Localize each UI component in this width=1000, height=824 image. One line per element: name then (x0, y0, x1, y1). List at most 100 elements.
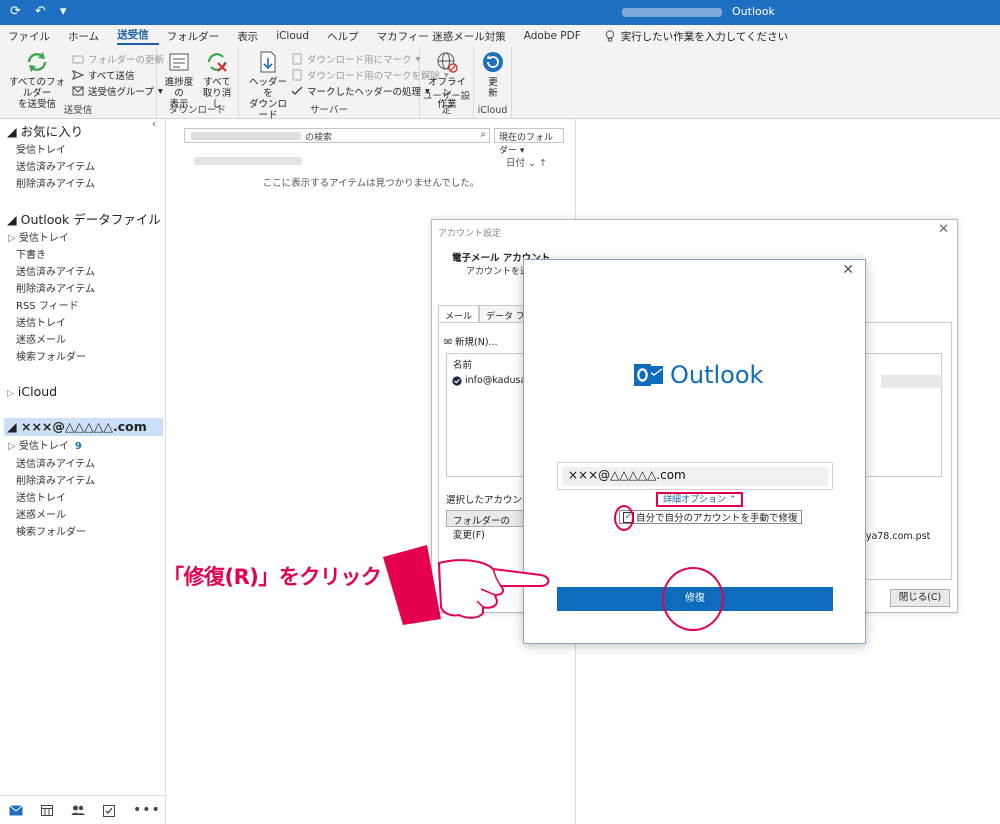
account-outbox[interactable]: 送信トレイ (16, 489, 66, 504)
selected-row-highlight (881, 375, 943, 388)
manual-repair-option[interactable]: ✓ 自分で自分のアカウントを手動で修復 (619, 510, 802, 524)
headers-icon (260, 51, 276, 73)
outlook-repair-dialog: ✕ Outlook ×××@△△△△△.com 詳細オプション ⌃ ✓ 自分で自… (523, 259, 866, 644)
group-label: iCloud (477, 105, 508, 116)
calendar-icon[interactable] (41, 804, 53, 816)
account-header[interactable]: ◢ ×××@△△△△△.com (7, 419, 147, 434)
tab-home[interactable]: ホーム (68, 29, 109, 44)
mail-icon[interactable] (9, 804, 23, 816)
tasks-icon[interactable] (103, 804, 115, 817)
search-input[interactable]: の検索 ⌕ (184, 128, 490, 143)
datafile-outbox[interactable]: 送信トレイ (16, 314, 66, 329)
send-receive-icon[interactable]: ⟳ (10, 4, 21, 19)
datafile-inbox[interactable]: ▷ 受信トレイ (8, 229, 69, 244)
send-icon (71, 69, 85, 81)
collapsed-icon: ▷ (8, 233, 19, 244)
tab-mcafee[interactable]: マカフィー 迷惑メール対策 (377, 29, 516, 44)
outlook-logo: Outlook (634, 361, 763, 389)
group-icloud: 更 新 iCloud (474, 47, 512, 119)
favorite-inbox[interactable]: 受信トレイ (16, 141, 66, 156)
folder-refresh-icon (72, 53, 84, 65)
account-list-row[interactable]: info@kadusay (452, 375, 532, 386)
group-label: ダウンロード (168, 105, 226, 116)
tab-adobe-pdf[interactable]: Adobe PDF (524, 30, 591, 42)
customize-icon[interactable]: ▾ (60, 4, 67, 19)
group-label: サーバー (310, 105, 348, 116)
tell-me-text: 実行したい作業を入力してください (620, 30, 789, 43)
datafile-junk[interactable]: 迷惑メール (16, 331, 66, 346)
datafile-sent-items[interactable]: 送信済みアイテム (16, 263, 95, 278)
account-header-label: ×××@△△△△△.com (20, 419, 147, 434)
group-server: ヘッダーを ダウンロード ダウンロード用にマーク ▾ ダウンロード用のマークを解… (239, 47, 449, 121)
dialog-title: アカウント設定 (438, 229, 502, 239)
close-icon[interactable]: ✕ (842, 262, 854, 278)
datafile-header[interactable]: ◢ Outlook データファイル (7, 209, 161, 228)
cancel-all-button[interactable]: すべて 取り消し (199, 49, 235, 110)
unread-count-badge: 9 (74, 441, 82, 452)
refresh-button[interactable]: 更 新 (478, 49, 508, 99)
process-marked-headers-button[interactable]: マークしたヘッダーの処理 ▾ (291, 84, 430, 98)
undo-icon[interactable]: ↶ (35, 4, 46, 19)
collapsed-icon: ▷ (7, 389, 14, 399)
icloud-header[interactable]: ▷ iCloud (7, 384, 57, 399)
people-icon[interactable] (71, 804, 85, 816)
account-inbox[interactable]: ▷ 受信トレイ 9 (8, 437, 82, 452)
account-junk[interactable]: 迷惑メール (16, 506, 66, 521)
account-inbox-label: 受信トレイ (18, 441, 69, 452)
repair-highlight-ring (662, 567, 724, 631)
pst-path: aya78.com.pst (860, 531, 931, 542)
tab-mail[interactable]: メール (438, 305, 480, 323)
account-sent-items[interactable]: 送信済みアイテム (16, 455, 95, 470)
sort-by-date[interactable]: 日付 ⌄ ↑ (506, 155, 547, 169)
column-header-name: 名前 (453, 360, 473, 371)
tab-view[interactable]: 表示 (237, 29, 268, 44)
account-deleted-items[interactable]: 削除済みアイテム (16, 472, 95, 487)
pointing-hand-icon (383, 545, 550, 625)
tab-folder[interactable]: フォルダー (167, 29, 230, 44)
group-preferences: オフライン 作業 ユーザー設定 (420, 47, 474, 119)
sync-icon (27, 52, 47, 72)
search-scope-blurred (191, 132, 301, 140)
account-search-folders[interactable]: 検索フォルダー (16, 523, 86, 538)
refresh-icon (483, 52, 503, 72)
send-receive-groups-button[interactable]: 送受信グループ ▾ (72, 84, 163, 98)
progress-icon (169, 53, 189, 71)
account-name: info@kadusay (465, 375, 532, 386)
new-account-button[interactable]: ✉ 新規(N)... (444, 334, 498, 348)
search-icon[interactable]: ⌕ (480, 129, 486, 140)
advanced-options-link[interactable]: 詳細オプション ⌃ (656, 492, 744, 507)
tab-icloud[interactable]: iCloud (276, 30, 319, 42)
mark-to-download-button[interactable]: ダウンロード用にマーク ▾ (291, 52, 420, 66)
datafile-rss-feeds[interactable]: RSS フィード (16, 297, 79, 312)
manual-repair-label: 自分で自分のアカウントを手動で修復 (636, 513, 798, 524)
collapse-pane-icon[interactable]: ‹ (152, 119, 156, 130)
send-all-button[interactable]: すべて送信 (71, 68, 134, 82)
tab-help[interactable]: ヘルプ (327, 29, 369, 44)
favorites-header[interactable]: ◢ お気に入り (7, 121, 83, 140)
show-progress-button[interactable]: 進捗度の 表示 (161, 49, 197, 110)
tell-me-search[interactable]: 実行したい作業を入力してください (605, 29, 788, 44)
quick-access-toolbar: ⟳ ↶ ▾ (10, 4, 66, 19)
tab-file[interactable]: ファイル (8, 29, 60, 44)
change-folder-button[interactable]: フォルダーの変更(F) (446, 510, 526, 541)
favorite-deleted-items[interactable]: 削除済みアイテム (16, 175, 95, 190)
favorite-sent-items[interactable]: 送信済みアイテム (16, 158, 95, 173)
send-receive-all-button[interactable]: すべてのフォルダー を送受信 (6, 49, 68, 110)
more-icon[interactable]: ••• (133, 802, 161, 818)
new-account-label: 新規(N)... (455, 337, 498, 348)
module-switcher: ••• (0, 795, 166, 824)
lightbulb-icon (605, 30, 614, 42)
tab-send-receive[interactable]: 送受信 (117, 27, 159, 45)
search-scope-dropdown[interactable]: 現在のフォルダー ▾ (494, 128, 564, 156)
search-scope-label: 現在のフォルダー (499, 133, 554, 156)
group-send-receive: すべてのフォルダー を送受信 フォルダーの更新 すべて送信 送受信グループ ▾ … (0, 47, 164, 119)
update-folder-button[interactable]: フォルダーの更新 (72, 52, 164, 66)
datafile-deleted-items[interactable]: 削除済みアイテム (16, 280, 95, 295)
datafile-drafts[interactable]: 下書き (16, 246, 46, 261)
datafile-search-folders[interactable]: 検索フォルダー (16, 348, 86, 363)
send-receive-groups-label: 送受信グループ (88, 87, 154, 98)
email-field[interactable]: ×××@△△△△△.com (557, 462, 833, 490)
close-button[interactable]: 閉じる(C) (890, 589, 950, 607)
close-icon[interactable]: ✕ (938, 222, 949, 237)
collapsed-icon: ▷ (8, 441, 19, 452)
